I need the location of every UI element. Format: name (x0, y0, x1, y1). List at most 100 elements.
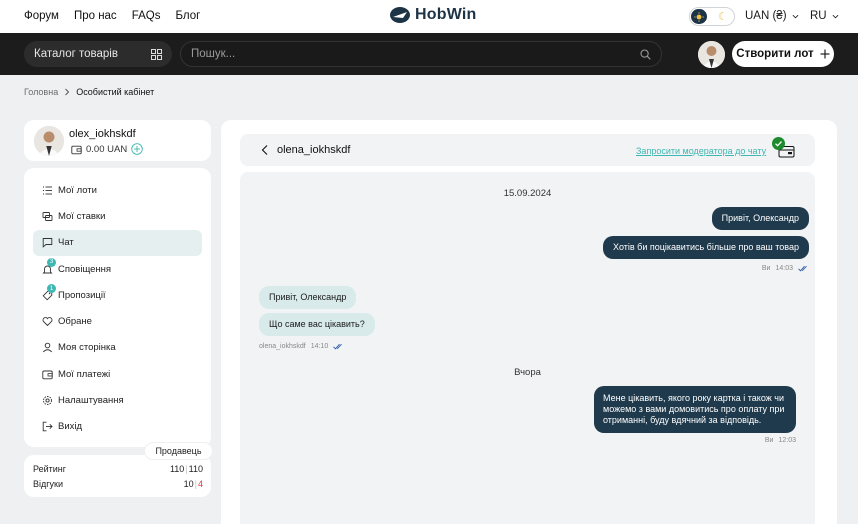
balance: 0.00 UAN (71, 143, 143, 155)
date-separator: Вчора (514, 367, 541, 378)
reviews-value: 10|4 (183, 479, 203, 489)
message-time: 14:03 (775, 265, 793, 272)
wallet-icon (71, 145, 82, 154)
sidebar-item-favorites[interactable]: Обране (33, 308, 202, 334)
plus-icon (820, 49, 830, 59)
message-outgoing: Хотів би поцікавитись більше про ваш тов… (603, 236, 809, 259)
sidebar-item-label: Мої ставки (58, 210, 106, 222)
verified-check-icon (772, 137, 785, 150)
rating-value-b: 110 (188, 464, 203, 474)
chat-panel: olena_iokhskdf Запросити модератора до ч… (221, 120, 837, 524)
catalog-button[interactable]: Каталог товарів (24, 41, 172, 67)
theme-toggle[interactable]: ☾ (689, 7, 735, 26)
sidebar-item-label: Мої платежі (58, 368, 111, 380)
logo[interactable]: HobWin (389, 6, 476, 24)
user-photo-icon (698, 41, 725, 68)
notification-badge: 3 (47, 257, 56, 267)
bids-icon (42, 211, 53, 221)
breadcrumb: Головна Особистий кабінет (24, 87, 154, 97)
sidebar-item-logout[interactable]: Вихід (33, 414, 202, 440)
username: olex_iokhskdf (69, 128, 136, 140)
reviews-label: Відгуки (33, 479, 64, 489)
chevron-down-icon (832, 14, 839, 18)
sidebar-item-my-bids[interactable]: Мої ставки (33, 203, 202, 229)
rating-value: 110|110 (169, 464, 203, 474)
sidebar-item-chat[interactable]: Чат (33, 229, 202, 256)
rating-row: Рейтинг 110|110 (33, 464, 203, 474)
sidebar-item-payments[interactable]: Мої платежі (33, 361, 202, 387)
message-outgoing: Привіт, Олександр (711, 207, 809, 230)
invite-moderator-link[interactable]: Запросити модератора до чату (636, 146, 766, 156)
chat-messages: 15.09.2024 Привіт, Олександр Хотів би по… (240, 172, 815, 524)
sidebar-item-label: Обране (58, 316, 92, 328)
currency-select[interactable]: UAN (₴) (745, 10, 799, 22)
gear-icon (43, 396, 52, 405)
top-nav: Форум Про нас FAQs Блог HobWin ☾ UAN (₴)… (0, 0, 858, 33)
nav-link-blog[interactable]: Блог (175, 10, 200, 22)
message-incoming: Що саме вас цікавить? (259, 313, 375, 336)
reviews-positive: 10 (183, 479, 194, 489)
heart-icon (42, 317, 53, 327)
sidebar-item-label: Налаштування (58, 395, 124, 407)
message-meta: Ви 12:03 (765, 437, 796, 444)
sidebar-item-label: Чат (58, 237, 74, 249)
chevron-left-icon[interactable] (259, 144, 271, 156)
logo-mark-icon (390, 7, 410, 23)
currency-value: UAN (₴) (745, 10, 787, 22)
catalog-label: Каталог товарів (34, 48, 118, 60)
reviews-negative: 4 (197, 479, 203, 489)
breadcrumb-home[interactable]: Головна (24, 87, 58, 97)
moon-icon: ☾ (718, 11, 728, 23)
reviews-row: Відгуки 10|4 (33, 479, 203, 489)
sidebar-menu: Мої лоти Мої ставки Чат 3 Сповіщення 1 П… (24, 168, 211, 447)
chat-header: olena_iokhskdf Запросити модератора до ч… (240, 134, 815, 166)
sidebar-item-label: Пропозиції (58, 289, 106, 301)
offers-badge: 1 (47, 284, 56, 294)
nav-link-about[interactable]: Про нас (74, 10, 117, 22)
nav-links: Форум Про нас FAQs Блог (24, 10, 200, 22)
avatar[interactable] (34, 126, 64, 156)
sidebar-item-label: Вихід (58, 421, 83, 433)
search-icon[interactable] (640, 48, 651, 60)
chat-icon (42, 238, 53, 248)
list-icon (43, 186, 52, 195)
chat-peer-name: olena_iokhskdf (277, 144, 351, 156)
chevron-down-icon (792, 14, 798, 18)
user-photo-icon (34, 126, 64, 156)
rating-label: Рейтинг (33, 464, 67, 474)
add-funds-icon[interactable] (131, 143, 143, 155)
message-time: 14:10 (310, 343, 329, 350)
message-meta: olena_iokhskdf 14:10 (259, 343, 344, 350)
role-tag: Продавець (145, 443, 212, 459)
logout-icon (42, 422, 53, 432)
sidebar-item-settings[interactable]: Налаштування (33, 387, 202, 413)
nav-link-forum[interactable]: Форум (24, 10, 59, 22)
logo-text: HobWin (415, 6, 477, 23)
double-check-icon (798, 265, 807, 272)
avatar[interactable] (698, 41, 725, 68)
rating-card: Рейтинг 110|110 Відгуки 10|4 (24, 455, 211, 497)
date-separator: 15.09.2024 (503, 188, 552, 199)
nav-link-faqs[interactable]: FAQs (132, 10, 161, 22)
message-meta: Ви 14:03 (762, 265, 809, 272)
language-select[interactable]: RU (810, 10, 839, 22)
search-input[interactable] (191, 48, 611, 60)
message-time: 12:03 (778, 437, 796, 444)
balance-value: 0.00 UAN (86, 143, 128, 155)
sidebar-item-my-page[interactable]: Моя сторінка (33, 335, 202, 361)
message-author: Ви (761, 265, 771, 272)
sidebar-item-label: Сповіщення (58, 263, 112, 275)
grid-icon (151, 48, 162, 60)
breadcrumb-current: Особистий кабінет (76, 87, 155, 97)
message-author: olena_iokhskdf (259, 343, 306, 350)
language-value: RU (810, 10, 827, 22)
create-lot-label: Створити лот (736, 48, 814, 60)
create-lot-button[interactable]: Створити лот (732, 41, 834, 67)
sidebar-item-my-lots[interactable]: Мої лоти (33, 177, 202, 203)
sidebar-item-offers[interactable]: 1 Пропозиції (33, 282, 202, 308)
message-incoming: Привіт, Олександр (259, 286, 357, 309)
message-outgoing: Мене цікавить, якого року картка і також… (594, 386, 796, 433)
sidebar-item-label: Мої лоти (58, 184, 97, 196)
sidebar-item-notifications[interactable]: 3 Сповіщення (33, 256, 202, 282)
profile-card: olex_iokhskdf 0.00 UAN (24, 120, 211, 161)
